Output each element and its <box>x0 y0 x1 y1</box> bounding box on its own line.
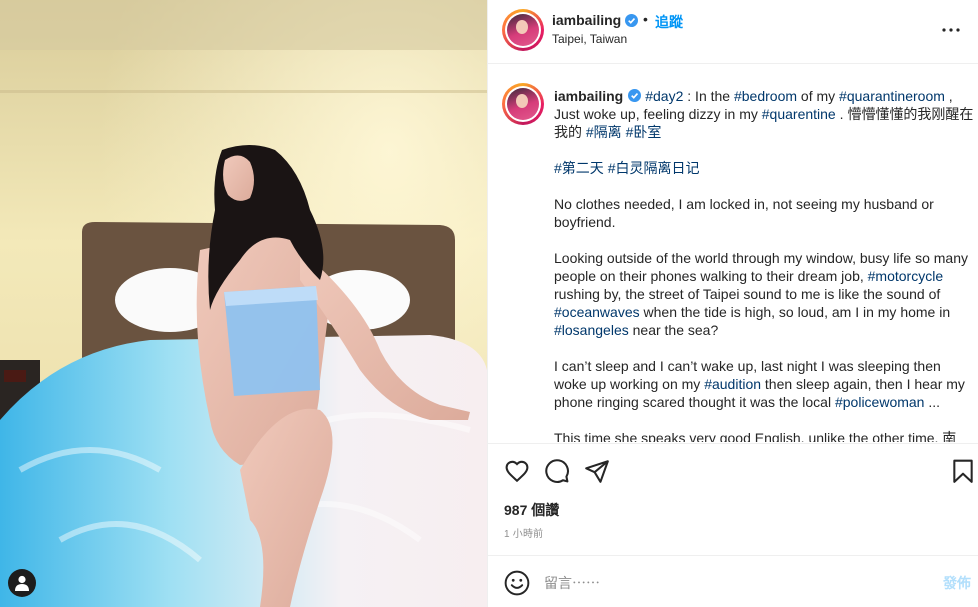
post-comment-button[interactable]: 發佈 <box>943 573 971 593</box>
location-link[interactable]: Taipei, Taiwan <box>552 32 627 46</box>
caption-paragraph: No clothes needed, I am locked in, not s… <box>554 195 974 231</box>
caption-paragraph: I can’t sleep and I can’t wake up, last … <box>554 357 974 411</box>
comments-scroll-area[interactable]: iambailing #day2 : In the #bedroom of my … <box>488 64 978 442</box>
emoji-icon[interactable] <box>504 570 530 596</box>
caption-text: ... <box>924 394 941 410</box>
caption-text: rushing by, the street of Taipei sound t… <box>554 286 941 302</box>
hashtag-link[interactable]: #oceanwaves <box>554 304 640 320</box>
caption-text: near the sea? <box>628 322 719 338</box>
hashtag-link[interactable]: #motorcycle <box>868 268 943 284</box>
user-tag-button[interactable] <box>8 569 36 597</box>
caption-avatar[interactable] <box>502 83 544 125</box>
post-header: iambailing • 追蹤 Taipei, Taiwan <box>488 0 978 64</box>
follow-button[interactable]: 追蹤 <box>655 12 683 32</box>
caption-text: No clothes needed, I am locked in, not s… <box>554 196 934 230</box>
caption-text: : In the <box>683 88 734 104</box>
user-tag-icon <box>15 575 29 591</box>
more-options-icon[interactable] <box>939 18 963 42</box>
separator-dot: • <box>643 11 648 27</box>
post-actions: 987 個讚 1 小時前 <box>488 443 978 555</box>
header-username[interactable]: iambailing <box>552 12 621 28</box>
caption-paragraph: Looking outside of the world through my … <box>554 249 974 339</box>
caption-paragraph: #第二天 #白灵隔离日记 <box>554 159 974 177</box>
share-icon[interactable] <box>584 458 610 484</box>
comment-input[interactable]: 留言⋯⋯ <box>544 573 600 593</box>
hashtag-link[interactable]: #quarantineroom <box>839 88 945 104</box>
hashtag-link[interactable]: #day2 <box>645 88 683 104</box>
caption-username[interactable]: iambailing <box>554 88 623 104</box>
likes-count[interactable]: 987 個讚 <box>504 500 559 520</box>
post-caption: iambailing #day2 : In the #bedroom of my … <box>554 87 974 442</box>
caption-paragraph: This time she speaks very good English, … <box>554 429 974 442</box>
caption-text: of my <box>797 88 840 104</box>
avatar[interactable] <box>502 9 544 51</box>
hashtag-link[interactable]: #卧室 <box>626 124 662 140</box>
post-timestamp[interactable]: 1 小時前 <box>504 525 543 540</box>
hashtag-link[interactable]: #audition <box>704 376 761 392</box>
hashtag-link[interactable]: #quarentine <box>762 106 836 122</box>
verified-badge-icon <box>625 14 638 27</box>
post-photo-image <box>0 0 487 607</box>
verified-badge-icon <box>628 89 642 102</box>
caption-text: This time she speaks very good English, … <box>554 430 957 442</box>
post-detail-panel: iambailing • 追蹤 Taipei, Taiwan iambailin… <box>487 0 978 607</box>
instagram-post-modal: iambailing • 追蹤 Taipei, Taiwan iambailin… <box>0 0 978 607</box>
comment-icon[interactable] <box>544 458 570 484</box>
caption-text: when the tide is high, so loud, am I in … <box>639 304 951 320</box>
hashtag-link[interactable]: #第二天 <box>554 160 604 176</box>
add-comment-bar: 留言⋯⋯ 發佈 <box>488 555 978 607</box>
post-photo[interactable] <box>0 0 487 607</box>
hashtag-link[interactable]: #隔离 <box>586 124 622 140</box>
hashtag-link[interactable]: #bedroom <box>734 88 797 104</box>
bookmark-icon[interactable] <box>950 458 976 484</box>
heart-icon[interactable] <box>504 458 530 484</box>
hashtag-link[interactable]: #policewoman <box>835 394 925 410</box>
caption-paragraph: iambailing #day2 : In the #bedroom of my … <box>554 87 974 141</box>
hashtag-link[interactable]: #白灵隔离日记 <box>608 160 700 176</box>
hashtag-link[interactable]: #losangeles <box>554 322 629 338</box>
